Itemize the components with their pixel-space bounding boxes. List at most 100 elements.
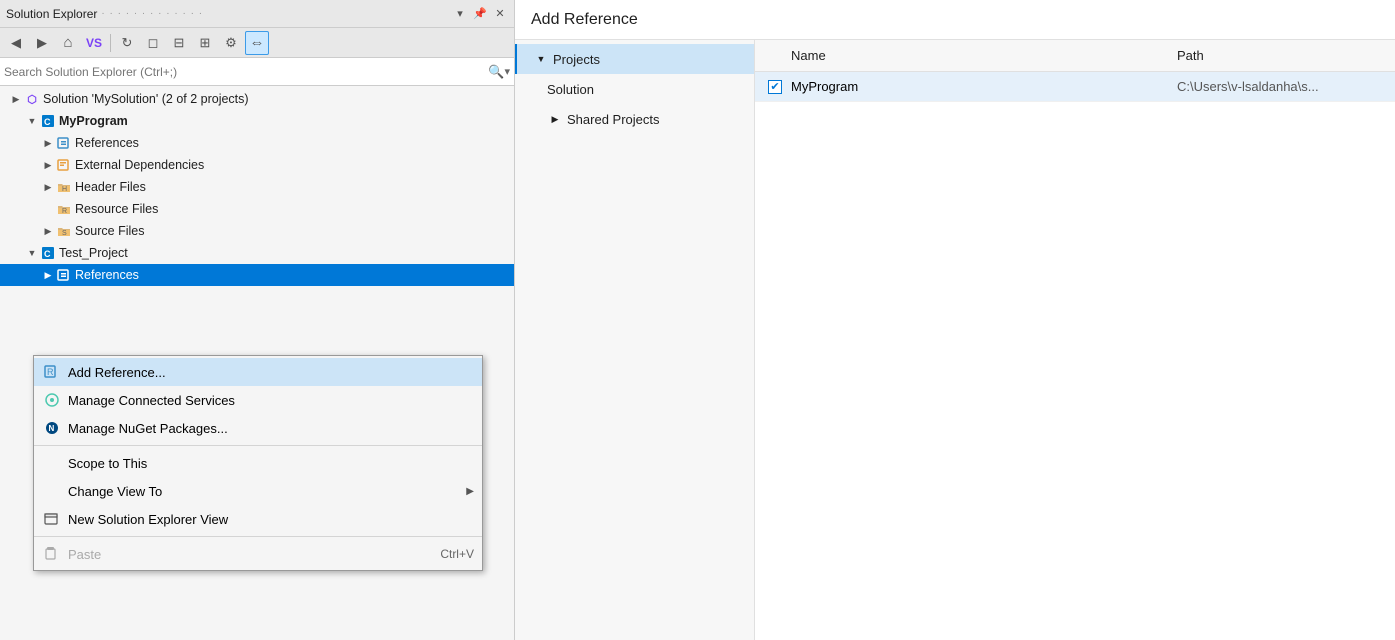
ctx-sep2 [34, 536, 482, 537]
home-button[interactable]: ⌂ [56, 31, 80, 55]
solution-label: Solution 'MySolution' (2 of 2 projects) [43, 92, 249, 106]
ar-sidebar: ▼ Projects Solution ▶ Shared Projects [515, 40, 755, 640]
forward-button[interactable]: ▶ [30, 31, 54, 55]
tree-item-resource-files[interactable]: ▶ R Resource Files [0, 198, 514, 220]
tree-item-header-files[interactable]: ▶ H Header Files [0, 176, 514, 198]
tree-item-solution[interactable]: ▶ ⬡ Solution 'MySolution' (2 of 2 projec… [0, 88, 514, 110]
ctx-sep1 [34, 445, 482, 446]
se-titlebar: Solution Explorer · · · · · · · · · · · … [0, 0, 514, 28]
solution-explorer-title: Solution Explorer [6, 7, 97, 21]
scope-icon [42, 453, 62, 473]
refresh-button[interactable]: ↻ [115, 31, 139, 55]
header-files-label: Header Files [75, 180, 146, 194]
expand-references2[interactable]: ▶ [40, 267, 56, 283]
ctx-new-solution-view[interactable]: New Solution Explorer View [34, 505, 482, 533]
ar-body: ▼ Projects Solution ▶ Shared Projects Na… [515, 40, 1395, 640]
change-view-icon [42, 481, 62, 501]
ctx-change-view-to[interactable]: Change View To ▶ [34, 477, 482, 505]
dropdown-icon[interactable]: ▾ [452, 6, 468, 22]
references2-label: References [75, 268, 139, 282]
ctx-scope-to-this[interactable]: Scope to This [34, 449, 482, 477]
expand-solution[interactable]: ▶ [8, 91, 24, 107]
ar-sidebar-shared-projects[interactable]: ▶ Shared Projects [515, 104, 754, 134]
test-project-label: Test_Project [59, 246, 128, 260]
collapse-button[interactable]: ⊟ [167, 31, 191, 55]
title-icons: ▾ 📌 ✕ [452, 6, 508, 22]
source-files-icon: S [56, 223, 72, 239]
tree-item-source-files[interactable]: ▶ S Source Files [0, 220, 514, 242]
svg-text:R: R [62, 208, 67, 215]
back-button[interactable]: ◀ [4, 31, 28, 55]
col-path-header[interactable]: Path [1177, 48, 1387, 63]
expand-external-deps[interactable]: ▶ [40, 157, 56, 173]
external-deps-icon [56, 157, 72, 173]
ctx-add-reference[interactable]: R Add Reference... [34, 358, 482, 386]
project-icon-myprogram: C [40, 113, 56, 129]
ctx-paste-label: Paste [68, 547, 420, 562]
references2-icon [56, 267, 72, 283]
ctx-manage-connected[interactable]: Manage Connected Services [34, 386, 482, 414]
expand-myprogram[interactable]: ▼ [24, 113, 40, 129]
new-solution-view-icon [42, 509, 62, 529]
resource-files-label: Resource Files [75, 202, 158, 216]
solution-icon: ⬡ [24, 91, 40, 107]
ar-table-body: ✔ MyProgram C:\Users\v-lsaldanha\s... [755, 72, 1395, 640]
toolbar-sep1 [110, 34, 111, 52]
ar-header: Add Reference [515, 0, 1395, 40]
source-files-label: Source Files [75, 224, 144, 238]
project-icon-test: C [40, 245, 56, 261]
tree-item-test-project[interactable]: ▼ C Test_Project [0, 242, 514, 264]
connected-services-icon [42, 390, 62, 410]
search-dropdown[interactable]: ▾ [504, 65, 510, 78]
external-deps-label: External Dependencies [75, 158, 204, 172]
tree-item-references2[interactable]: ▶ References [0, 264, 514, 286]
se-toolbar: ◀ ▶ ⌂ VS ↻ ◻ ⊟ ⊞ ⚙ ⇔ [0, 28, 514, 58]
row-path-myprogram: C:\Users\v-lsaldanha\s... [1177, 79, 1387, 94]
vs-button[interactable]: VS [82, 31, 106, 55]
svg-text:C: C [44, 117, 51, 127]
ctx-manage-nuget[interactable]: N Manage NuGet Packages... [34, 414, 482, 442]
pin-icon[interactable]: 📌 [472, 6, 488, 22]
ar-shared-projects-label: Shared Projects [567, 112, 660, 127]
context-menu: R Add Reference... Manage Connected Serv… [33, 355, 483, 571]
row-name-myprogram: MyProgram [787, 79, 1177, 94]
ctx-manage-nuget-label: Manage NuGet Packages... [68, 421, 474, 436]
se-title-left: Solution Explorer · · · · · · · · · · · … [6, 7, 203, 21]
tree-item-references[interactable]: ▶ References [0, 132, 514, 154]
expand-references[interactable]: ▶ [40, 135, 56, 151]
ar-projects-label: Projects [553, 52, 600, 67]
settings-button[interactable]: ⚙ [219, 31, 243, 55]
expand-test-project[interactable]: ▼ [24, 245, 40, 261]
row-check-myprogram[interactable]: ✔ [763, 80, 787, 94]
ctx-scope-label: Scope to This [68, 456, 474, 471]
add-reference-panel: Add Reference ▼ Projects Solution ▶ Shar… [515, 0, 1395, 640]
title-dots: · · · · · · · · · · · · · [101, 8, 203, 19]
close-icon[interactable]: ✕ [492, 6, 508, 22]
tree-item-myprogram[interactable]: ▼ C MyProgram [0, 110, 514, 132]
header-files-icon: H [56, 179, 72, 195]
svg-text:S: S [62, 230, 67, 237]
ar-sidebar-solution[interactable]: Solution [515, 74, 754, 104]
search-input[interactable] [4, 65, 488, 79]
tree-item-external-deps[interactable]: ▶ External Dependencies [0, 154, 514, 176]
stop-button[interactable]: ◻ [141, 31, 165, 55]
ctx-add-reference-label: Add Reference... [68, 365, 474, 380]
ctx-paste[interactable]: Paste Ctrl+V [34, 540, 482, 568]
checkbox-myprogram[interactable]: ✔ [768, 80, 782, 94]
solution-explorer: Solution Explorer · · · · · · · · · · · … [0, 0, 515, 640]
svg-text:H: H [62, 186, 67, 193]
ar-sidebar-projects[interactable]: ▼ Projects [515, 44, 754, 74]
submenu-arrow-icon: ▶ [466, 486, 474, 497]
ar-table-header: Name Path [755, 40, 1395, 72]
ar-title: Add Reference [531, 11, 638, 29]
ctx-new-solution-view-label: New Solution Explorer View [68, 512, 474, 527]
ar-row-myprogram[interactable]: ✔ MyProgram C:\Users\v-lsaldanha\s... [755, 72, 1395, 102]
sync-button[interactable]: ⇔ [245, 31, 269, 55]
col-name-header[interactable]: Name [787, 48, 1177, 63]
new-view-button[interactable]: ⊞ [193, 31, 217, 55]
myprogram-label: MyProgram [59, 114, 128, 128]
ctx-paste-shortcut: Ctrl+V [440, 547, 474, 561]
expand-header-files[interactable]: ▶ [40, 179, 56, 195]
ar-content: Name Path ✔ MyProgram C:\Users\v-lsaldan… [755, 40, 1395, 640]
expand-source-files[interactable]: ▶ [40, 223, 56, 239]
